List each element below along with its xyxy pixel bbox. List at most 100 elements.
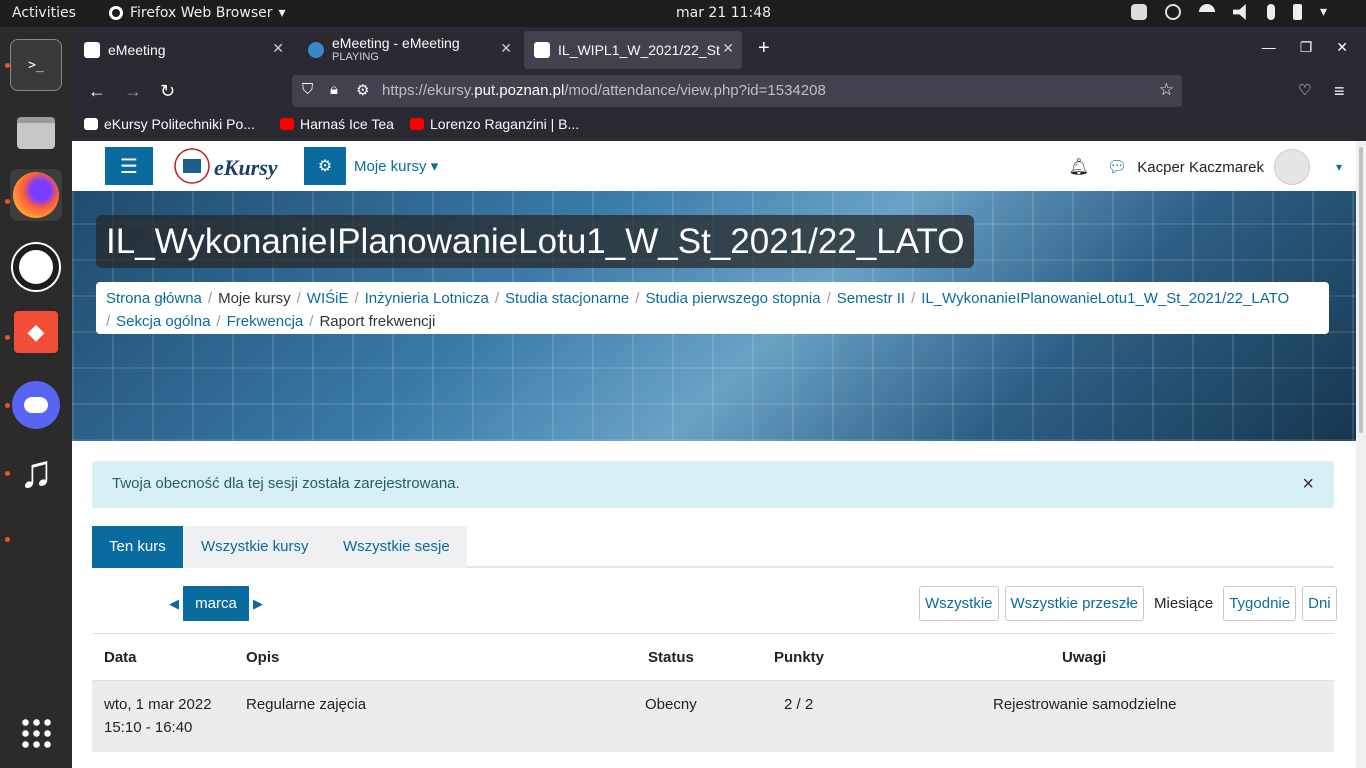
url-bar[interactable]: ⛉ 🔒︎ ⚙ https://ekursy.put.poznan.pl/mod/… [292,75,1182,107]
show-applications-icon[interactable] [10,707,62,759]
music-icon[interactable]: ♫ [10,445,62,497]
bookmark-harnas[interactable]: Harnaś Ice Tea [280,116,394,132]
tab-bar: eMeeting ✕ eMeeting - eMeeting PLAYING ✕… [72,27,1366,72]
breadcrumb-link[interactable]: Strona główna [106,290,202,307]
clock[interactable]: mar 21 11:48 [676,5,771,21]
breadcrumb-link[interactable]: Frekwencja [227,313,304,330]
url-text[interactable]: https://ekursy.put.poznan.pl/mod/attenda… [382,82,826,99]
system-tray[interactable]: ▾ [1131,4,1336,20]
courses-icon-button[interactable]: ⚙ [304,147,346,185]
close-tab-icon[interactable]: ✕ [722,40,734,57]
tab-this-course[interactable]: Ten kurs [92,526,183,568]
bookmark-label: eKursy Politechniki Po... [104,116,255,132]
user-menu-chevron-icon[interactable]: ▾ [1336,160,1342,174]
current-month[interactable]: marca [183,586,249,621]
row-description: Regularne zajęcia [246,696,367,713]
user-name[interactable]: Kacper Kaczmarek [1137,159,1264,176]
breadcrumb-link[interactable]: Studia pierwszego stopnia [645,290,820,307]
obs-tray-icon[interactable] [1165,4,1181,20]
user-area[interactable]: 🔔︎ 💬︎ Kacper Kaczmarek ▾ [1069,149,1356,185]
bookmark-label: Harnaś Ice Tea [300,116,394,132]
power-menu-chevron-icon[interactable]: ▾ [1320,4,1336,20]
new-tab-icon[interactable]: + [758,37,770,60]
next-month-icon[interactable]: ▶ [253,596,263,612]
close-window-icon[interactable]: ✕ [1336,39,1348,56]
firefox-icon [109,6,123,20]
breadcrumb: Strona główna / Moje kursy / WIŚiE / Inżynieri… [96,282,1329,334]
running-indicator [5,537,10,542]
browser-tab-3[interactable]: IL_WIPL1_W_2021/22_St ✕ [524,31,742,69]
breadcrumb-link[interactable]: Sekcja ogólna [116,313,210,330]
breadcrumb-link[interactable]: Semestr II [837,290,905,307]
attendance-alert: Twoja obecność dla tej sesji została zar… [92,461,1334,508]
alert-message: Twoja obecność dla tej sesji została zar… [112,475,460,492]
microphone-icon[interactable] [1267,4,1275,20]
back-icon[interactable]: ← [88,81,106,102]
browser-tab-1[interactable]: eMeeting ✕ [74,31,292,69]
files-icon[interactable] [10,107,62,159]
my-courses-dropdown[interactable]: Moje kursy ▾ [354,157,438,175]
previous-month-icon[interactable]: ◀ [169,596,179,612]
ekursy-favicon-icon [534,42,550,58]
bookmark-ekursy[interactable]: eKursy Politechniki Po... [84,116,255,132]
filter-days-button[interactable]: Dni [1302,586,1337,621]
reload-icon[interactable]: ↻ [160,81,175,102]
close-tab-icon[interactable]: ✕ [500,40,512,57]
bookmark-raganzini[interactable]: Lorenzo Raganzini | B... [410,116,579,132]
emeeting-favicon-icon [308,42,324,58]
row-status: Obecny [645,696,697,713]
obs-icon[interactable] [10,241,62,293]
pocket-icon[interactable]: ♡ [1298,81,1311,99]
forward-icon[interactable]: → [124,81,142,102]
lock-icon[interactable]: 🔒︎ [330,81,338,98]
notification-bell-icon[interactable]: 🔔︎ [1069,157,1089,177]
browser-tab-2[interactable]: eMeeting - eMeeting PLAYING ✕ [298,31,520,69]
filter-all-past-button[interactable]: Wszystkie przeszłe [1004,586,1145,621]
course-header-banner: IL_WykonanieIPlanowanieLotu1_W_St_2021/2… [72,191,1356,441]
page-scrollbar[interactable] [1356,141,1366,768]
tracking-shield-icon[interactable]: ⛉ [302,81,313,98]
breadcrumb-link[interactable]: IL_WykonanieIPlanowanieLotu1_W_St_2021/2… [921,290,1289,307]
site-header: ☰ eKursy ⚙ Moje kursy ▾ 🔔︎ 💬︎ Kacper Kac… [72,141,1356,191]
table-header: Data Opis Status Punkty Uwagi [92,633,1334,681]
report-tabs: Ten kurs Wszystkie kursy Wszystkie sesje [92,526,1334,568]
tab-all-courses[interactable]: Wszystkie kursy [184,526,326,568]
course-title: IL_WykonanieIPlanowanieLotu1_W_St_2021/2… [96,215,975,268]
battery-icon[interactable] [1293,4,1302,20]
hamburger-menu-button[interactable]: ☰ [105,147,153,185]
breadcrumb-link[interactable]: Studia stacjonarne [505,290,629,307]
breadcrumb-link[interactable]: Inżynieria Lotnicza [365,290,489,307]
bookmarks-toolbar: eKursy Politechniki Po... Harnaś Ice Tea… [72,110,1366,141]
app-name: Firefox Web Browser [130,5,273,21]
anydesk-icon[interactable]: ◆ [14,311,58,353]
filter-weeks-button[interactable]: Tygodnie [1223,586,1297,621]
avatar[interactable] [1273,149,1310,185]
messages-icon[interactable]: 💬︎ [1107,157,1127,177]
breadcrumb-current: Raport frekwencji [319,313,436,330]
wifi-icon[interactable] [1199,4,1215,20]
tab-all-sessions[interactable]: Wszystkie sesje [326,526,467,568]
close-alert-icon[interactable]: × [1302,473,1314,496]
activities-button[interactable]: Activities [12,5,76,21]
maximize-icon[interactable]: ❐ [1300,39,1313,56]
bookmark-star-icon[interactable]: ☆ [1159,80,1174,100]
volume-icon[interactable] [1233,4,1246,20]
menu-icon[interactable]: ≡ [1334,81,1345,102]
minimize-icon[interactable]: — [1262,39,1276,56]
discord-icon[interactable] [10,379,62,431]
breadcrumb-link[interactable]: WIŚiE [307,290,349,307]
firefox-dock-icon[interactable] [10,169,62,221]
dock: >_ ◆ ♫ [0,27,72,768]
close-tab-icon[interactable]: ✕ [272,40,284,57]
terminal-icon[interactable]: >_ [10,39,62,91]
scrollbar-thumb[interactable] [1359,147,1363,433]
permissions-icon[interactable]: ⚙ [356,81,369,99]
app-menu[interactable]: Firefox Web Browser ▾ [108,5,286,21]
tab-title: eMeeting - eMeeting [332,35,460,51]
ekursy-logo[interactable]: eKursy [172,145,296,187]
running-indicator [5,335,10,340]
filter-all-button[interactable]: Wszystkie [919,586,999,621]
view-filters: Wszystkie Wszystkie przeszłe Miesiące Ty… [919,586,1337,621]
discord-tray-icon[interactable] [1131,4,1147,20]
system-top-bar: Activities Firefox Web Browser ▾ mar 21 … [0,0,1366,27]
